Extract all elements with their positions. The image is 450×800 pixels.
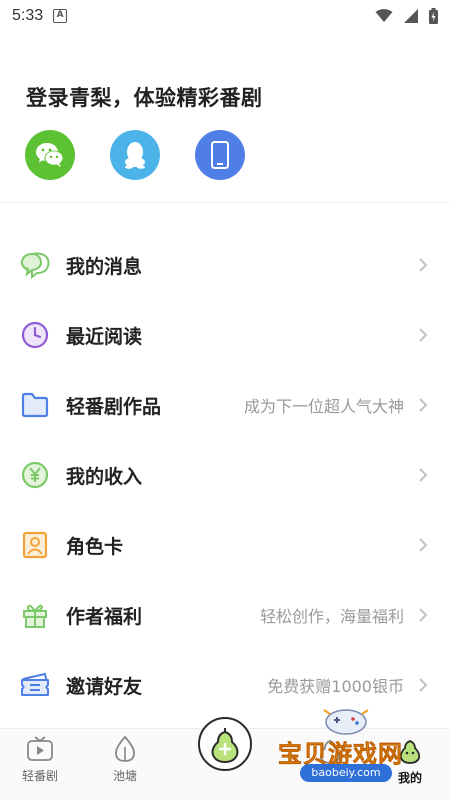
chevron-right-icon [418,677,430,693]
menu-item-subtitle: 轻松创作，海量福利 [259,607,404,626]
clock-icon [20,320,50,350]
watermark-url: baobeiy.com [300,764,392,782]
site-watermark: 宝贝游戏网 baobeiy.com [272,700,432,795]
menu-item-works[interactable]: 轻番剧作品 成为下一位超人气大神 [0,370,450,440]
notification-a-icon: A [53,9,68,23]
nav-tab-series[interactable]: 轻番剧 [10,735,70,784]
yen-coin-icon [20,460,50,490]
tv-icon [27,736,53,761]
menu-item-label: 邀请好友 [66,675,143,698]
ticket-icon [20,670,50,700]
nav-tab-label: 轻番剧 [21,769,58,783]
nav-tab-label: 池塘 [112,769,137,783]
menu-item-recent-reading[interactable]: 最近阅读 [0,300,450,370]
menu-item-label: 我的消息 [66,255,143,278]
folder-icon [20,390,50,420]
wechat-icon [36,143,64,167]
wifi-icon [375,9,393,22]
menu-item-label: 角色卡 [66,535,124,558]
water-drop-icon [115,735,135,762]
chevron-right-icon [418,397,430,413]
status-time: 5:33 [12,7,44,24]
menu-item-label: 轻番剧作品 [66,395,162,418]
chevron-right-icon [418,327,430,343]
menu-item-income[interactable]: 我的收入 [0,440,450,510]
chevron-right-icon [418,537,430,553]
battery-icon [429,8,438,24]
login-options [25,130,245,180]
profile-menu: 我的消息 最近阅读 轻番剧作品 成为下一位超人气大神 我的收入 角色卡 作者福利… [0,230,450,720]
phone-login-button[interactable] [195,130,245,180]
login-title: 登录青梨，体验精彩番剧 [26,86,263,110]
menu-item-label: 我的收入 [66,465,143,488]
message-bubble-icon [20,250,50,280]
pear-create-icon [211,728,239,764]
create-button[interactable] [198,717,252,771]
menu-item-label: 作者福利 [66,605,143,628]
chevron-right-icon [418,257,430,273]
menu-item-author-benefits[interactable]: 作者福利 轻松创作，海量福利 [0,580,450,650]
menu-item-subtitle: 成为下一位超人气大神 [243,397,404,416]
phone-icon [211,141,229,169]
section-divider [0,202,450,203]
chevron-right-icon [418,607,430,623]
wechat-login-button[interactable] [25,130,75,180]
qq-penguin-icon [125,142,145,169]
nav-tab-pond[interactable]: 池塘 [95,735,155,784]
status-bar: 5:33 A [0,0,450,32]
menu-item-subtitle: 免费获赠1000银币 [267,677,404,696]
gift-icon [20,600,50,630]
chevron-right-icon [418,467,430,483]
menu-item-messages[interactable]: 我的消息 [0,230,450,300]
gamepad-logo-icon [323,709,369,735]
signal-icon [404,9,418,23]
qq-login-button[interactable] [110,130,160,180]
menu-item-label: 最近阅读 [66,325,143,348]
character-card-icon [20,530,50,560]
menu-item-character-card[interactable]: 角色卡 [0,510,450,580]
status-icons [375,8,438,24]
